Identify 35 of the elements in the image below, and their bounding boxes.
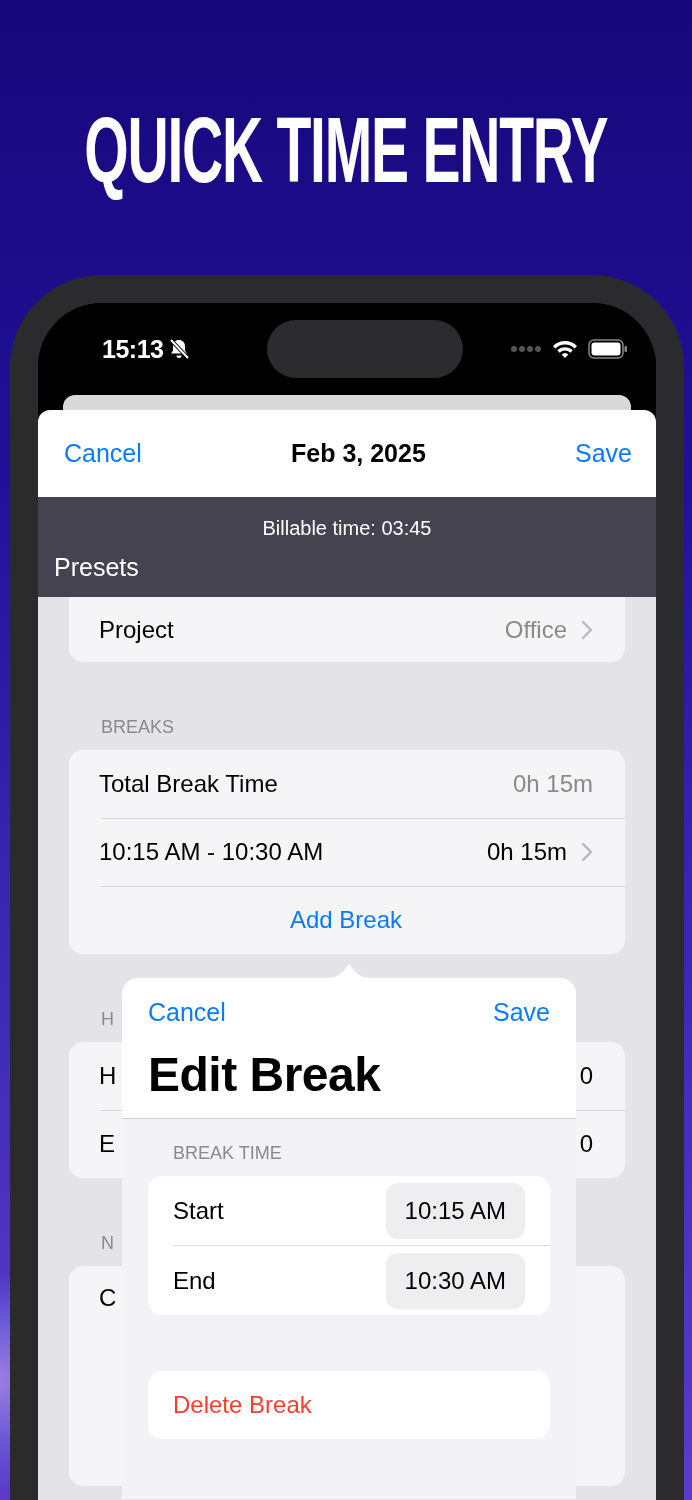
field-label: End — [173, 1266, 216, 1295]
row-value: Office — [504, 615, 567, 644]
billable-time: Billable time: 03:45 — [261, 517, 433, 540]
battery-icon — [588, 339, 628, 359]
time-picker[interactable]: 10:30 AM — [385, 1252, 525, 1309]
row-label: E — [99, 1130, 115, 1158]
row-label: H — [99, 1062, 117, 1090]
wifi-icon — [552, 339, 578, 359]
time-picker[interactable]: 10:15 AM — [385, 1182, 525, 1239]
row-value: 0h 15m — [486, 838, 567, 866]
section-header: N — [101, 1232, 114, 1254]
row-label: 10:15 AM - 10:30 AM — [99, 838, 324, 866]
section-header: BREAKS — [101, 716, 175, 738]
row-label: Project — [99, 615, 174, 644]
status-time: 15:13 — [102, 334, 164, 364]
section-header: BREAK TIME — [172, 1143, 283, 1164]
row-label: Total Break Time — [99, 770, 278, 798]
row-label: C — [99, 1284, 117, 1312]
chevron-icon — [581, 842, 593, 862]
delete-button[interactable]: Delete Break — [148, 1371, 550, 1439]
section-header: H — [101, 1008, 114, 1030]
cancel-button[interactable]: Cancel — [64, 439, 142, 468]
chevron-icon — [581, 619, 593, 640]
row-value: 0 — [579, 1062, 593, 1090]
save-button[interactable]: Save — [575, 439, 632, 468]
sheet-title: Feb 3, 2025 — [291, 439, 426, 468]
section-title: Presets — [53, 553, 140, 582]
save-button[interactable]: Save — [493, 998, 550, 1027]
signal-dots-icon — [510, 345, 542, 353]
cancel-button[interactable]: Cancel — [148, 998, 226, 1027]
popover-title: Edit Break — [148, 1047, 382, 1102]
add-break-link[interactable]: Add Break — [289, 906, 403, 934]
field-label: Start — [173, 1196, 224, 1225]
row-value: 0 — [579, 1130, 593, 1158]
row-value: 0h 15m — [512, 770, 593, 798]
